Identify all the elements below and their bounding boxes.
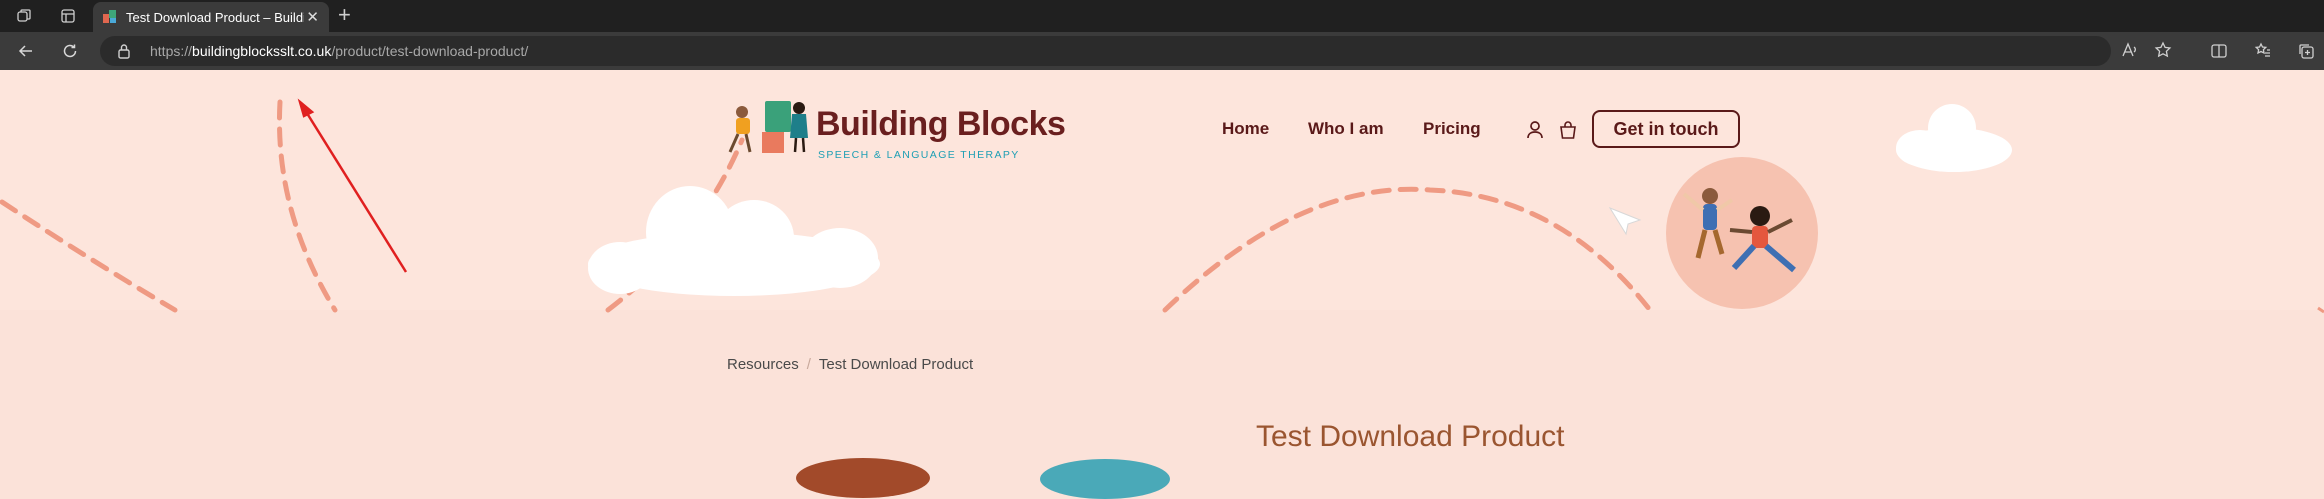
dashed-path-tall bbox=[276, 99, 338, 313]
back-arrow-icon[interactable] bbox=[16, 41, 36, 61]
cloud-center bbox=[588, 186, 880, 296]
tab-title: Test Download Product – Building Blocks bbox=[126, 9, 304, 25]
dashed-path-left bbox=[0, 199, 178, 313]
tab-actions-icon[interactable] bbox=[59, 7, 77, 25]
web-page: Building Blocks SPEECH & LANGUAGE THERAP… bbox=[0, 70, 2324, 499]
browser-toolbar: https://buildingblocksslt.co.uk/product/… bbox=[0, 32, 2324, 70]
cloud-right bbox=[1896, 104, 2012, 172]
workspaces-icon[interactable] bbox=[15, 7, 33, 25]
collections-icon[interactable] bbox=[2296, 41, 2316, 61]
favorites-list-icon[interactable] bbox=[2253, 41, 2273, 61]
breadcrumb: Resources / Test Download Product bbox=[727, 356, 973, 373]
user-icon[interactable] bbox=[1526, 120, 1546, 140]
product-title: Test Download Product bbox=[1256, 420, 1565, 453]
product-image-brown-circle bbox=[796, 458, 930, 498]
product-image-teal-circle bbox=[1040, 459, 1170, 499]
address-bar[interactable]: https://buildingblocksslt.co.uk/product/… bbox=[100, 36, 2172, 66]
bag-icon[interactable] bbox=[1558, 120, 1578, 140]
browser-tab-bar: Test Download Product – Building Blocks … bbox=[0, 0, 2324, 32]
refresh-icon[interactable] bbox=[60, 41, 80, 61]
brand-name[interactable]: Building Blocks bbox=[816, 106, 1066, 142]
dashed-path-arc bbox=[1162, 186, 1653, 313]
annotation-arrow bbox=[297, 98, 408, 273]
paper-plane-icon bbox=[1608, 206, 1642, 236]
new-tab-button[interactable]: + bbox=[338, 4, 351, 26]
url-path: /product/test-download-product/ bbox=[331, 43, 529, 59]
nav-pricing[interactable]: Pricing bbox=[1423, 119, 1481, 139]
nav-who-i-am[interactable]: Who I am bbox=[1308, 119, 1384, 139]
breadcrumb-separator: / bbox=[806, 356, 811, 373]
nav-home[interactable]: Home bbox=[1222, 119, 1269, 139]
read-aloud-icon[interactable] bbox=[2121, 41, 2139, 64]
breadcrumb-current: Test Download Product bbox=[818, 356, 974, 373]
get-in-touch-button[interactable]: Get in touch bbox=[1592, 110, 1740, 148]
hero-decoration bbox=[0, 98, 2324, 314]
brand-tagline: SPEECH & LANGUAGE THERAPY bbox=[818, 149, 1020, 161]
favorite-star-icon[interactable] bbox=[2154, 41, 2172, 64]
browser-tab-active[interactable]: Test Download Product – Building Blocks … bbox=[93, 2, 329, 32]
tab-close-icon[interactable]: ✕ bbox=[306, 8, 319, 26]
url-host: buildingblocksslt.co.uk bbox=[192, 43, 332, 59]
url-text[interactable]: https://buildingblocksslt.co.uk/product/… bbox=[150, 43, 528, 59]
url-scheme: https:// bbox=[150, 43, 193, 59]
corner-dash bbox=[2317, 306, 2324, 314]
site-favicon-icon bbox=[103, 10, 116, 23]
lock-icon[interactable] bbox=[117, 43, 131, 59]
split-screen-icon[interactable] bbox=[2209, 41, 2229, 61]
breadcrumb-resources-link[interactable]: Resources bbox=[727, 356, 799, 373]
